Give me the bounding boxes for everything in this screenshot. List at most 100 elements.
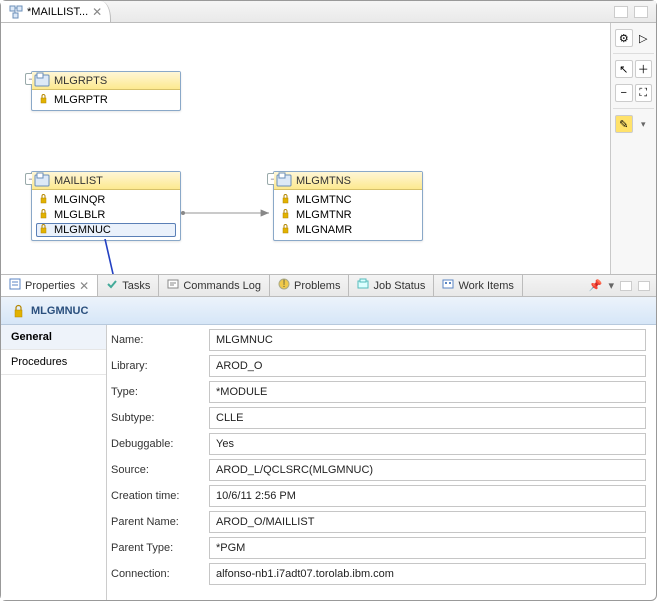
nav-label: General (11, 331, 52, 343)
editor-tabbar: *MAILLIST... ✕ (1, 1, 656, 23)
tab-label: Tasks (122, 280, 150, 292)
view-toolbar: 📌 ▾ (589, 275, 656, 296)
member-label: MLGLBLR (54, 209, 105, 221)
node-title: MAILLIST (54, 175, 103, 187)
close-icon[interactable]: ✕ (92, 5, 102, 19)
tab-label: Job Status (373, 280, 425, 292)
properties-header: MLGMNUC (1, 297, 656, 325)
editor-tab-label: *MAILLIST... (27, 6, 88, 18)
node-title: MLGMTNS (296, 175, 351, 187)
property-label: Parent Name: (111, 516, 201, 528)
maximize-view-icon[interactable] (638, 281, 650, 291)
palette-expand-icon[interactable]: ▷ (635, 29, 652, 47)
property-value[interactable]: AROD_O (209, 355, 646, 377)
node-header[interactable]: MAILLIST (32, 172, 180, 190)
property-label: Source: (111, 464, 201, 476)
property-value[interactable]: *PGM (209, 537, 646, 559)
bottom-tabbar: Properties ✕ Tasks Commands Log ! Proble… (1, 275, 656, 297)
palette-settings-icon[interactable]: ⚙ (615, 29, 633, 47)
properties-nav-procedures[interactable]: Procedures (1, 350, 106, 375)
problems-icon: ! (278, 278, 290, 293)
minimize-view-icon[interactable] (620, 281, 632, 291)
edge-maillist-mlgmtns[interactable] (181, 207, 273, 219)
property-row-debuggable: Debuggable: Yes (111, 433, 646, 455)
tab-problems[interactable]: ! Problems (270, 275, 349, 296)
leader-arrow (101, 239, 161, 274)
program-icon (34, 172, 52, 188)
property-label: Name: (111, 334, 201, 346)
property-value[interactable]: alfonso-nb1.i7adt07.torolab.ibm.com (209, 563, 646, 585)
arrow-cursor-icon[interactable]: ↖ (615, 60, 633, 78)
tab-job-status[interactable]: Job Status (349, 275, 434, 296)
note-dropdown-icon[interactable]: ▾ (635, 115, 652, 133)
editor-tab-maillist[interactable]: *MAILLIST... ✕ (1, 1, 111, 22)
member-label: MLGINQR (54, 194, 105, 206)
tab-work-items[interactable]: Work Items (434, 275, 522, 296)
module-icon (38, 194, 50, 206)
work-items-icon (442, 278, 454, 293)
node-body: MLGINQR MLGLBLR MLGMNUC (32, 190, 180, 240)
property-value[interactable]: *MODULE (209, 381, 646, 403)
member-mlgrptr[interactable]: MLGRPTR (36, 93, 176, 107)
zoom-fit-icon[interactable]: ⛶ (635, 84, 653, 102)
module-icon (38, 209, 50, 221)
property-row-library: Library: AROD_O (111, 355, 646, 377)
module-icon (280, 194, 292, 206)
pin-icon[interactable]: 📌 (589, 279, 603, 292)
properties-body: General Procedures Name: MLGMNUC Library… (1, 325, 656, 600)
properties-icon (9, 278, 21, 293)
node-header[interactable]: MLGMTNS (274, 172, 422, 190)
property-value[interactable]: 10/6/11 2:56 PM (209, 485, 646, 507)
tab-commands-log[interactable]: Commands Log (159, 275, 270, 296)
member-mlgmtnr[interactable]: MLGMTNR (278, 208, 418, 222)
property-value[interactable]: Yes (209, 433, 646, 455)
member-label: MLGMNUC (54, 224, 111, 236)
tab-properties[interactable]: Properties ✕ (1, 275, 98, 296)
node-body: MLGRPTR (32, 90, 180, 110)
properties-title: MLGMNUC (31, 305, 88, 317)
properties-nav-general[interactable]: General (1, 325, 106, 350)
close-icon[interactable]: ✕ (79, 279, 89, 293)
node-header[interactable]: MLGRPTS (32, 72, 180, 90)
member-mlgmtnc[interactable]: MLGMTNC (278, 193, 418, 207)
property-row-type: Type: *MODULE (111, 381, 646, 403)
commands-log-icon (167, 278, 179, 293)
minimize-icon[interactable] (614, 6, 628, 18)
node-maillist[interactable]: − MAILLIST MLGINQR MLGLBLR MLGMNUC (31, 171, 181, 241)
tab-tasks[interactable]: Tasks (98, 275, 159, 296)
member-label: MLGNAMR (296, 224, 352, 236)
application-diagram-icon (9, 5, 23, 19)
view-menu-icon[interactable]: ▾ (608, 279, 614, 292)
maximize-icon[interactable] (634, 6, 648, 18)
property-label: Parent Type: (111, 542, 201, 554)
property-value[interactable]: CLLE (209, 407, 646, 429)
member-mlglblr[interactable]: MLGLBLR (36, 208, 176, 222)
node-mlgrpts[interactable]: − MLGRPTS MLGRPTR (31, 71, 181, 111)
tab-label: Properties (25, 280, 75, 292)
member-label: MLGRPTR (54, 94, 108, 106)
member-mlgnamr[interactable]: MLGNAMR (278, 223, 418, 237)
module-icon (11, 304, 25, 318)
node-mlgmtns[interactable]: − MLGMTNS MLGMTNC MLGMTNR MLGNAMR (273, 171, 423, 241)
member-mlgmnuc[interactable]: MLGMNUC (36, 223, 176, 237)
property-row-source: Source: AROD_L/QCLSRC(MLGMNUC) (111, 459, 646, 481)
property-label: Subtype: (111, 412, 201, 424)
tab-label: Problems (294, 280, 340, 292)
member-mlginqr[interactable]: MLGINQR (36, 193, 176, 207)
zoom-out-icon[interactable]: − (615, 84, 633, 102)
zoom-in-icon[interactable]: ＋ (635, 60, 653, 78)
new-note-icon[interactable]: ✎ (615, 115, 633, 133)
tab-label: Commands Log (183, 280, 261, 292)
property-value[interactable]: MLGMNUC (209, 329, 646, 351)
nav-label: Procedures (11, 356, 67, 368)
properties-table: Name: MLGMNUC Library: AROD_O Type: *MOD… (107, 325, 656, 600)
property-value[interactable]: AROD_O/MAILLIST (209, 511, 646, 533)
property-value[interactable]: AROD_L/QCLSRC(MLGMNUC) (209, 459, 646, 481)
diagram-canvas[interactable]: − MLGRPTS MLGRPTR − MAILLIST (1, 23, 636, 274)
property-row-parent-type: Parent Type: *PGM (111, 537, 646, 559)
module-icon (280, 209, 292, 221)
editor-toolbar (614, 1, 656, 22)
module-icon (280, 224, 292, 236)
properties-nav: General Procedures (1, 325, 107, 600)
property-row-parent-name: Parent Name: AROD_O/MAILLIST (111, 511, 646, 533)
